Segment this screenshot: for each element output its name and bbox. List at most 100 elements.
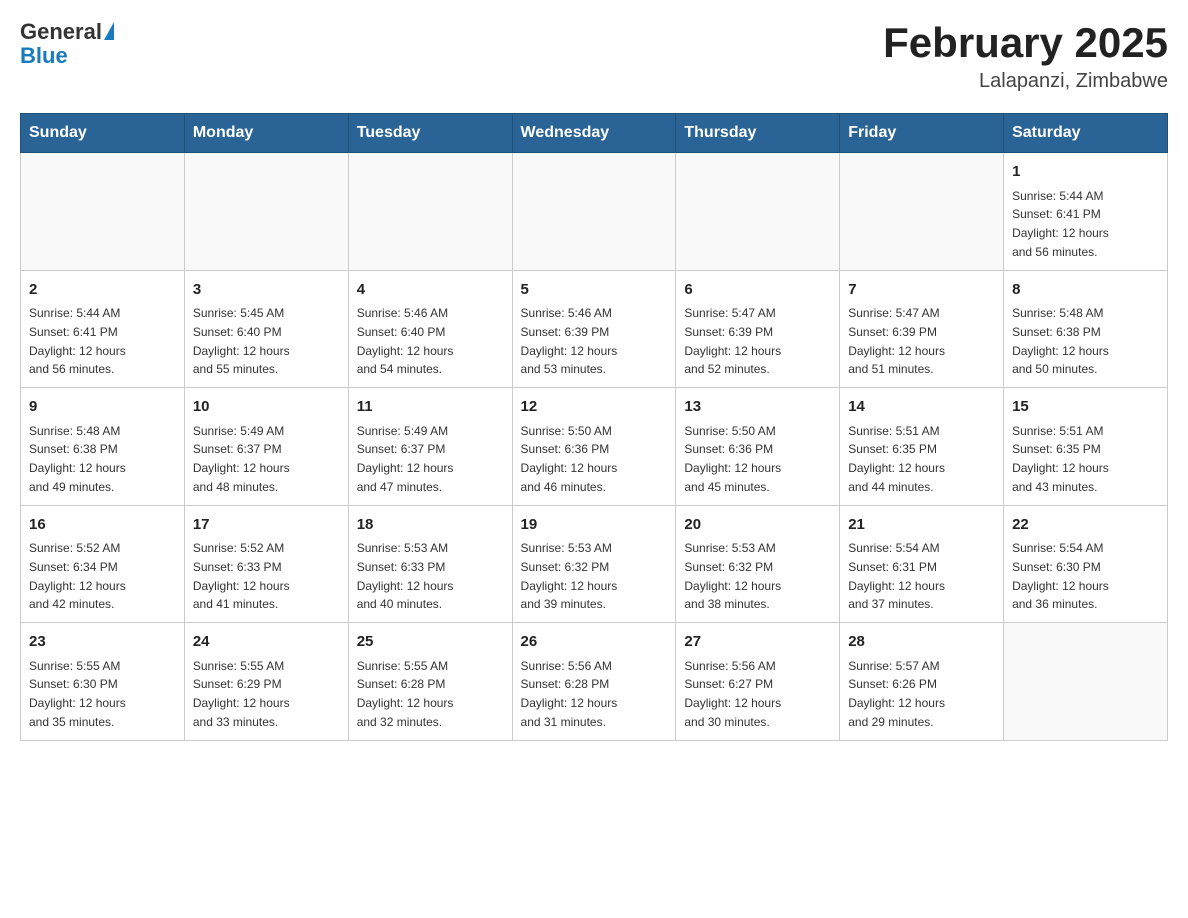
day-info: Sunrise: 5:50 AM Sunset: 6:36 PM Dayligh… <box>521 424 618 494</box>
calendar-day-cell: 3Sunrise: 5:45 AM Sunset: 6:40 PM Daylig… <box>184 270 348 388</box>
day-info: Sunrise: 5:50 AM Sunset: 6:36 PM Dayligh… <box>684 424 781 494</box>
day-number: 15 <box>1012 396 1159 419</box>
day-info: Sunrise: 5:55 AM Sunset: 6:29 PM Dayligh… <box>193 659 290 729</box>
logo-general: General <box>20 20 102 44</box>
day-number: 23 <box>29 631 176 654</box>
day-info: Sunrise: 5:51 AM Sunset: 6:35 PM Dayligh… <box>848 424 945 494</box>
day-number: 2 <box>29 279 176 302</box>
calendar-day-cell: 10 Sunrise: 5:49 AM Sunset: 6:37 PM Dayli… <box>184 388 348 506</box>
calendar-day-cell: 23 Sunrise: 5:55 AM Sunset: 6:30 PM Dayli… <box>21 623 185 741</box>
calendar-day-cell: 13 Sunrise: 5:50 AM Sunset: 6:36 PM Dayli… <box>676 388 840 506</box>
calendar-day-cell <box>676 153 840 271</box>
calendar-day-cell: 16 Sunrise: 5:52 AM Sunset: 6:34 PM Dayli… <box>21 505 185 623</box>
calendar-day-cell: 6Sunrise: 5:47 AM Sunset: 6:39 PM Daylig… <box>676 270 840 388</box>
day-number: 8 <box>1012 279 1159 302</box>
day-number: 21 <box>848 514 995 537</box>
calendar-day-cell: 25Sunrise: 5:55 AM Sunset: 6:28 PM Dayli… <box>348 623 512 741</box>
logo-blue: Blue <box>20 43 68 68</box>
day-info: Sunrise: 5:44 AM Sunset: 6:41 PM Dayligh… <box>29 306 126 376</box>
calendar-day-cell <box>184 153 348 271</box>
day-info: Sunrise: 5:49 AM Sunset: 6:37 PM Dayligh… <box>193 424 290 494</box>
day-number: 7 <box>848 279 995 302</box>
day-info: Sunrise: 5:54 AM Sunset: 6:30 PM Dayligh… <box>1012 541 1109 611</box>
day-of-week-header: Sunday <box>21 114 185 153</box>
day-number: 17 <box>193 514 340 537</box>
day-number: 12 <box>521 396 668 419</box>
day-of-week-header: Tuesday <box>348 114 512 153</box>
day-number: 5 <box>521 279 668 302</box>
day-of-week-header: Thursday <box>676 114 840 153</box>
calendar-day-cell: 8 Sunrise: 5:48 AM Sunset: 6:38 PM Daylig… <box>1004 270 1168 388</box>
calendar-day-cell <box>512 153 676 271</box>
title-block: February 2025 Lalapanzi, Zimbabwe <box>883 20 1168 93</box>
calendar-day-cell: 21 Sunrise: 5:54 AM Sunset: 6:31 PM Dayli… <box>840 505 1004 623</box>
day-info: Sunrise: 5:46 AM Sunset: 6:39 PM Dayligh… <box>521 306 618 376</box>
calendar-day-cell: 12 Sunrise: 5:50 AM Sunset: 6:36 PM Dayli… <box>512 388 676 506</box>
calendar-week-row: 1 Sunrise: 5:44 AM Sunset: 6:41 PM Daylig… <box>21 153 1168 271</box>
day-info: Sunrise: 5:47 AM Sunset: 6:39 PM Dayligh… <box>848 306 945 376</box>
day-number: 27 <box>684 631 831 654</box>
day-info: Sunrise: 5:51 AM Sunset: 6:35 PM Dayligh… <box>1012 424 1109 494</box>
day-info: Sunrise: 5:49 AM Sunset: 6:37 PM Dayligh… <box>357 424 454 494</box>
day-number: 24 <box>193 631 340 654</box>
calendar-day-cell: 14 Sunrise: 5:51 AM Sunset: 6:35 PM Dayli… <box>840 388 1004 506</box>
calendar-day-cell: 26Sunrise: 5:56 AM Sunset: 6:28 PM Dayli… <box>512 623 676 741</box>
calendar-week-row: 16 Sunrise: 5:52 AM Sunset: 6:34 PM Dayli… <box>21 505 1168 623</box>
day-number: 19 <box>521 514 668 537</box>
day-info: Sunrise: 5:48 AM Sunset: 6:38 PM Dayligh… <box>29 424 126 494</box>
calendar-day-cell: 4 Sunrise: 5:46 AM Sunset: 6:40 PM Daylig… <box>348 270 512 388</box>
calendar-day-cell: 5 Sunrise: 5:46 AM Sunset: 6:39 PM Daylig… <box>512 270 676 388</box>
calendar-day-cell <box>1004 623 1168 741</box>
calendar-week-row: 9 Sunrise: 5:48 AM Sunset: 6:38 PM Daylig… <box>21 388 1168 506</box>
calendar-day-cell <box>21 153 185 271</box>
calendar-week-row: 23 Sunrise: 5:55 AM Sunset: 6:30 PM Dayli… <box>21 623 1168 741</box>
day-info: Sunrise: 5:57 AM Sunset: 6:26 PM Dayligh… <box>848 659 945 729</box>
day-info: Sunrise: 5:52 AM Sunset: 6:34 PM Dayligh… <box>29 541 126 611</box>
calendar-day-cell: 7 Sunrise: 5:47 AM Sunset: 6:39 PM Daylig… <box>840 270 1004 388</box>
logo: General Blue <box>20 20 114 68</box>
day-number: 20 <box>684 514 831 537</box>
calendar-header-row: SundayMondayTuesdayWednesdayThursdayFrid… <box>21 114 1168 153</box>
calendar-title: February 2025 <box>883 20 1168 66</box>
day-info: Sunrise: 5:44 AM Sunset: 6:41 PM Dayligh… <box>1012 189 1109 259</box>
calendar-day-cell: 17 Sunrise: 5:52 AM Sunset: 6:33 PM Dayli… <box>184 505 348 623</box>
day-info: Sunrise: 5:48 AM Sunset: 6:38 PM Dayligh… <box>1012 306 1109 376</box>
day-of-week-header: Wednesday <box>512 114 676 153</box>
calendar-day-cell: 9 Sunrise: 5:48 AM Sunset: 6:38 PM Daylig… <box>21 388 185 506</box>
day-number: 4 <box>357 279 504 302</box>
day-number: 22 <box>1012 514 1159 537</box>
calendar-day-cell <box>348 153 512 271</box>
day-info: Sunrise: 5:54 AM Sunset: 6:31 PM Dayligh… <box>848 541 945 611</box>
day-number: 9 <box>29 396 176 419</box>
day-info: Sunrise: 5:46 AM Sunset: 6:40 PM Dayligh… <box>357 306 454 376</box>
calendar-day-cell: 15 Sunrise: 5:51 AM Sunset: 6:35 PM Dayli… <box>1004 388 1168 506</box>
calendar-day-cell: 1 Sunrise: 5:44 AM Sunset: 6:41 PM Daylig… <box>1004 153 1168 271</box>
day-number: 1 <box>1012 161 1159 184</box>
logo-triangle-icon <box>104 22 114 40</box>
calendar-day-cell: 20Sunrise: 5:53 AM Sunset: 6:32 PM Dayli… <box>676 505 840 623</box>
day-number: 16 <box>29 514 176 537</box>
day-info: Sunrise: 5:45 AM Sunset: 6:40 PM Dayligh… <box>193 306 290 376</box>
day-of-week-header: Saturday <box>1004 114 1168 153</box>
calendar-day-cell: 19 Sunrise: 5:53 AM Sunset: 6:32 PM Dayli… <box>512 505 676 623</box>
calendar-day-cell <box>840 153 1004 271</box>
day-number: 13 <box>684 396 831 419</box>
day-info: Sunrise: 5:53 AM Sunset: 6:33 PM Dayligh… <box>357 541 454 611</box>
day-info: Sunrise: 5:52 AM Sunset: 6:33 PM Dayligh… <box>193 541 290 611</box>
day-info: Sunrise: 5:56 AM Sunset: 6:27 PM Dayligh… <box>684 659 781 729</box>
calendar-subtitle: Lalapanzi, Zimbabwe <box>883 70 1168 93</box>
day-number: 28 <box>848 631 995 654</box>
calendar-day-cell: 2 Sunrise: 5:44 AM Sunset: 6:41 PM Daylig… <box>21 270 185 388</box>
day-info: Sunrise: 5:53 AM Sunset: 6:32 PM Dayligh… <box>521 541 618 611</box>
day-number: 10 <box>193 396 340 419</box>
day-number: 14 <box>848 396 995 419</box>
calendar-day-cell: 27 Sunrise: 5:56 AM Sunset: 6:27 PM Dayli… <box>676 623 840 741</box>
calendar-table: SundayMondayTuesdayWednesdayThursdayFrid… <box>20 113 1168 741</box>
day-of-week-header: Monday <box>184 114 348 153</box>
calendar-day-cell: 22 Sunrise: 5:54 AM Sunset: 6:30 PM Dayli… <box>1004 505 1168 623</box>
day-info: Sunrise: 5:55 AM Sunset: 6:30 PM Dayligh… <box>29 659 126 729</box>
calendar-week-row: 2 Sunrise: 5:44 AM Sunset: 6:41 PM Daylig… <box>21 270 1168 388</box>
day-number: 18 <box>357 514 504 537</box>
day-info: Sunrise: 5:55 AM Sunset: 6:28 PM Dayligh… <box>357 659 454 729</box>
day-number: 11 <box>357 396 504 419</box>
